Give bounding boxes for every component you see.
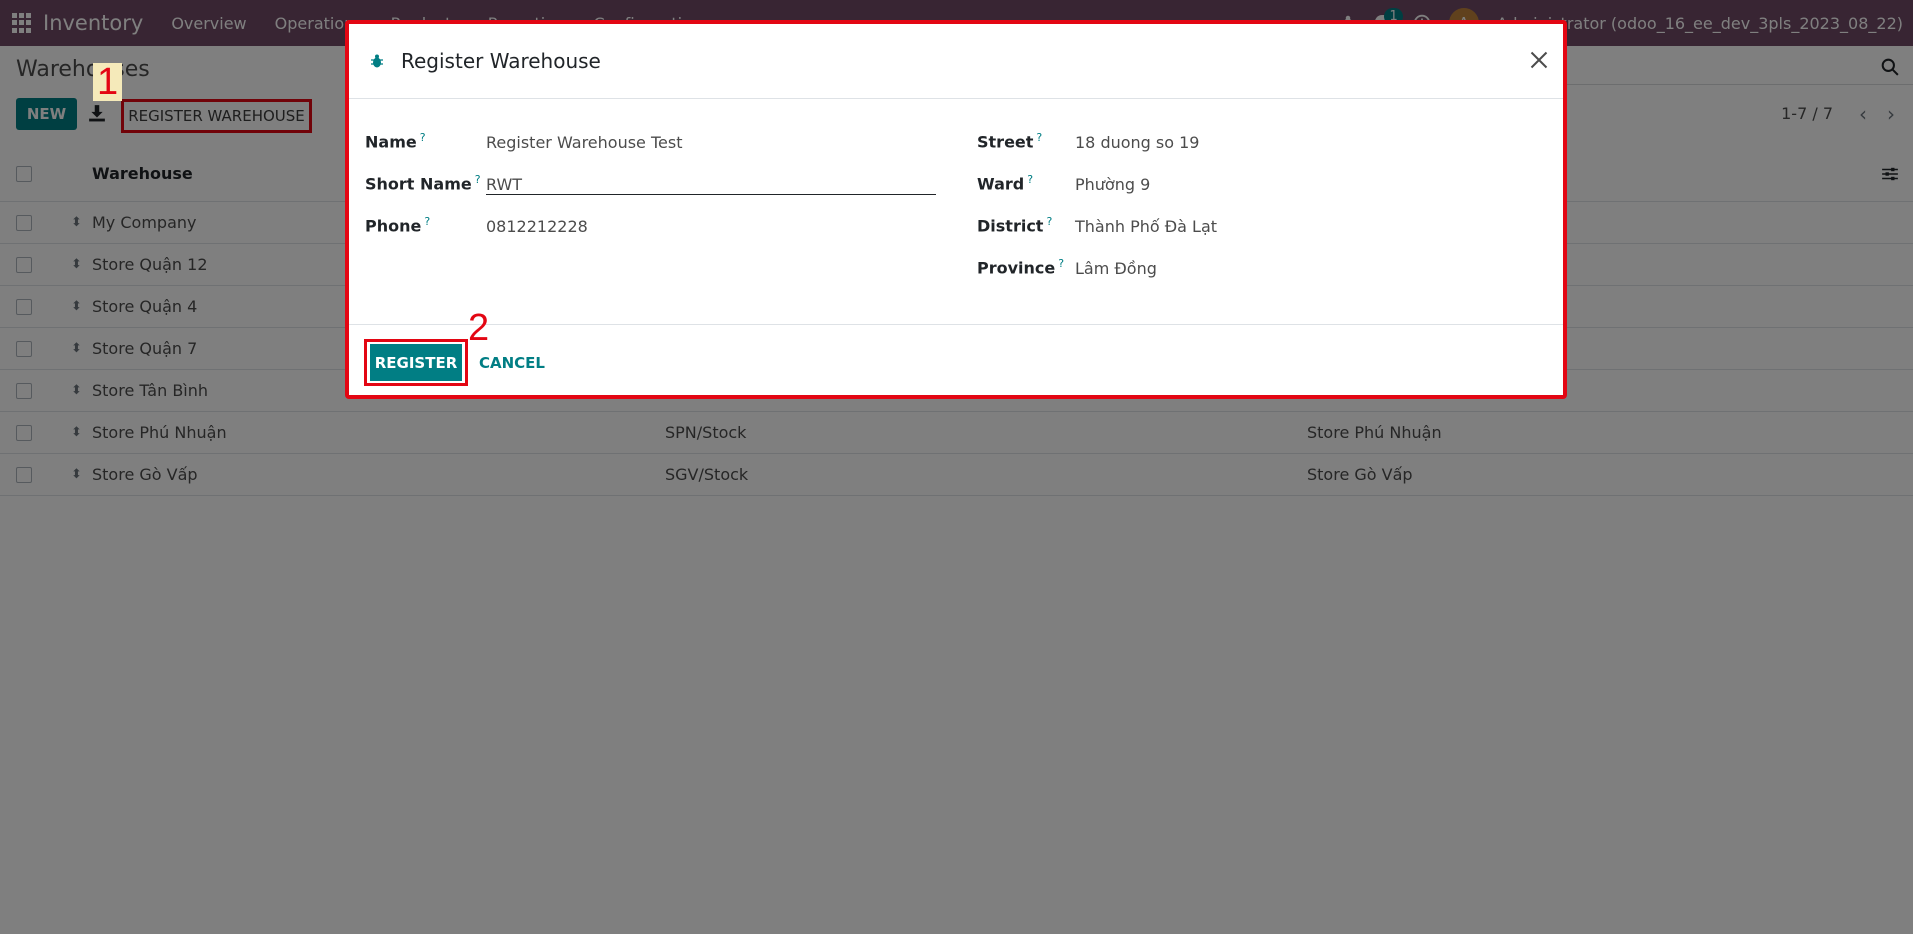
short-name-field[interactable]: RWT <box>486 175 522 194</box>
help-tooltip-icon[interactable]: ? <box>420 131 426 144</box>
help-tooltip-icon[interactable]: ? <box>1036 131 1042 144</box>
help-tooltip-icon[interactable]: ? <box>1027 173 1033 186</box>
ward-field[interactable]: Phường 9 <box>1075 175 1150 194</box>
register-button[interactable]: REGISTER <box>370 344 462 381</box>
ward-label: Ward? <box>977 173 1034 194</box>
province-label: Province? <box>977 257 1065 278</box>
street-field[interactable]: 18 duong so 19 <box>1075 133 1199 152</box>
phone-field[interactable]: 0812212228 <box>486 217 588 236</box>
street-label: Street? <box>977 131 1043 152</box>
help-tooltip-icon[interactable]: ? <box>1046 215 1052 228</box>
step-1-annotation: 1 <box>93 63 123 101</box>
cancel-button[interactable]: CANCEL <box>479 354 545 372</box>
phone-label: Phone? <box>365 215 431 236</box>
province-field[interactable]: Lâm Đồng <box>1075 259 1157 278</box>
register-button-highlight: REGISTER <box>364 339 468 386</box>
district-label: District? <box>977 215 1053 236</box>
name-field[interactable]: Register Warehouse Test <box>486 133 682 152</box>
help-tooltip-icon[interactable]: ? <box>424 215 430 228</box>
close-icon[interactable] <box>1529 50 1549 70</box>
district-field[interactable]: Thành Phố Đà Lạt <box>1075 217 1217 236</box>
dialog-title: Register Warehouse <box>401 49 601 73</box>
register-warehouse-dialog: Register Warehouse Name? Register Wareho… <box>345 20 1567 399</box>
dialog-header: Register Warehouse <box>349 24 1563 99</box>
help-tooltip-icon[interactable]: ? <box>1058 257 1064 270</box>
help-tooltip-icon[interactable]: ? <box>475 173 481 186</box>
name-label: Name? <box>365 131 426 152</box>
short-name-label: Short Name? <box>365 173 481 194</box>
short-name-underline <box>486 194 936 195</box>
debug-bug-icon[interactable] <box>369 53 385 69</box>
step-2-annotation: 2 <box>468 307 490 349</box>
